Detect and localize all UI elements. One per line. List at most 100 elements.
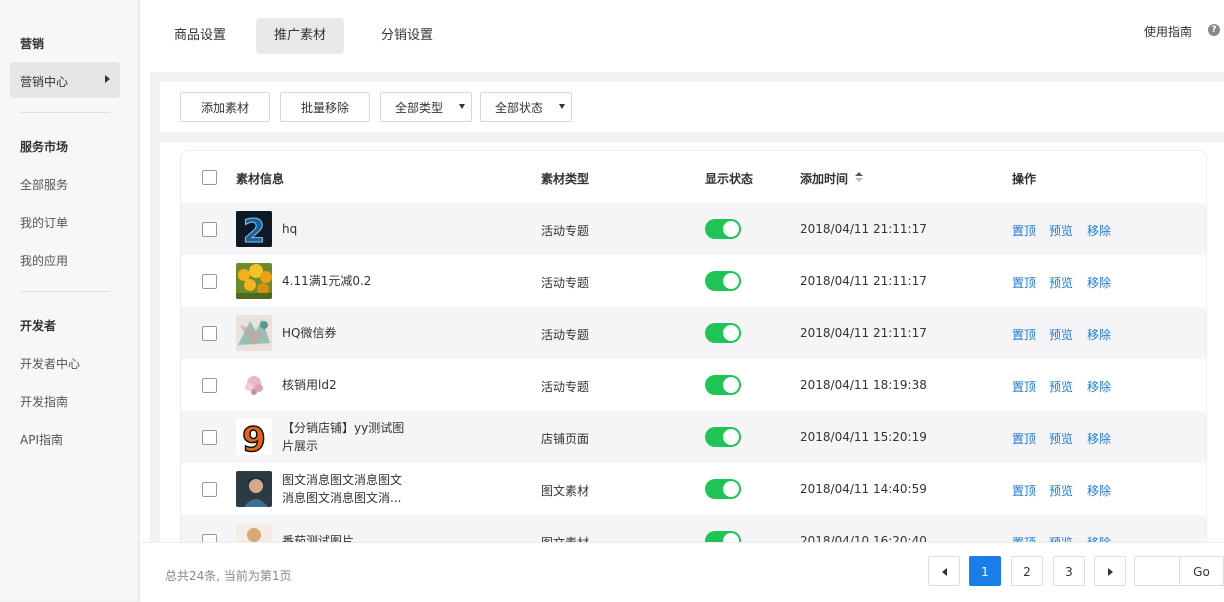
display-toggle[interactable] [705,219,741,239]
thumbnail-image [236,315,272,351]
display-toggle[interactable] [705,531,741,542]
goto-page-input[interactable] [1134,556,1180,586]
sidebar-group-marketing: 营销 [20,37,45,51]
added-time: 2018/04/11 14:40:59 [800,482,927,496]
remove-link[interactable]: 移除 [1087,222,1111,239]
preview-link[interactable]: 预览 [1049,430,1073,447]
remove-link[interactable]: 移除 [1087,482,1111,499]
added-time: 2018/04/11 18:19:38 [800,378,927,392]
preview-link[interactable]: 预览 [1049,326,1073,343]
material-type: 活动专题 [541,380,590,394]
display-toggle[interactable] [705,479,741,499]
row-checkbox[interactable] [202,222,217,237]
row-checkbox[interactable] [202,274,217,289]
material-name: 核销用ld2 [282,378,337,392]
chevron-down-icon [459,104,465,109]
table-card: 素材信息 素材类型 显示状态 添加时间 操作 2 hq 活动专题 2018/04… [160,142,1224,542]
pin-top-link[interactable]: 置顶 [1012,222,1036,239]
table-row: 2 hq 活动专题 2018/04/11 21:11:17 置顶 预览 移除 [181,203,1206,255]
sidebar-item-all-services[interactable]: 全部服务 [20,176,68,193]
remove-link[interactable]: 移除 [1087,274,1111,291]
page-3-button[interactable]: 3 [1053,556,1085,586]
top-tab-bar: 商品设置 推广素材 分销设置 使用指南 ? [140,0,1224,72]
display-toggle[interactable] [705,427,741,447]
sidebar-item-my-orders[interactable]: 我的订单 [20,214,68,231]
remove-link[interactable]: 移除 [1087,378,1111,395]
preview-link[interactable]: 预览 [1049,378,1073,395]
sidebar-group-service-market: 服务市场 [20,140,69,154]
row-checkbox[interactable] [202,534,217,542]
sidebar-item-label: 营销中心 [20,75,69,89]
added-time: 2018/04/10 16:20:40 [800,534,927,542]
remove-link[interactable]: 移除 [1087,326,1111,343]
material-type: 图文素材 [541,484,590,498]
pin-top-link[interactable]: 置顶 [1012,482,1036,499]
preview-link[interactable]: 预览 [1049,482,1073,499]
tab-promo-materials[interactable]: 推广素材 [256,18,345,54]
batch-remove-button[interactable]: 批量移除 [280,92,370,122]
pin-top-link[interactable]: 置顶 [1012,378,1036,395]
header-status: 显示状态 [705,172,754,186]
remove-link[interactable]: 移除 [1087,534,1111,542]
sidebar-item-api-guide[interactable]: API指南 [20,431,63,448]
material-name: hq [282,222,298,236]
material-name: 【分销店铺】yy测试图片展示 [282,421,405,453]
pin-top-link[interactable]: 置顶 [1012,534,1036,542]
tab-distribution-settings[interactable]: 分销设置 [363,18,451,54]
sidebar-divider [20,291,110,292]
sidebar-item-dev-guide[interactable]: 开发指南 [20,393,68,410]
type-select[interactable]: 全部类型 [380,92,472,122]
tab-product-settings[interactable]: 商品设置 [156,18,244,54]
thumbnail-image [236,367,272,403]
display-toggle[interactable] [705,271,741,291]
row-checkbox[interactable] [202,326,217,341]
header-time[interactable]: 添加时间 [800,170,848,187]
display-toggle[interactable] [705,323,741,343]
pin-top-link[interactable]: 置顶 [1012,430,1036,447]
sidebar-item-my-apps[interactable]: 我的应用 [20,252,68,269]
svg-text:2: 2 [243,212,265,247]
chevron-left-icon [941,568,947,576]
page-1-button[interactable]: 1 [969,556,1001,586]
added-time: 2018/04/11 15:20:19 [800,430,927,444]
thumbnail-image [236,523,272,542]
preview-link[interactable]: 预览 [1049,534,1073,542]
header-ops: 操作 [1012,172,1037,186]
svg-text:9: 9 [242,420,266,455]
usage-guide-link[interactable]: 使用指南 [1144,23,1192,40]
sidebar-item-developer-center[interactable]: 开发者中心 [20,355,80,372]
table-header: 素材信息 素材类型 显示状态 添加时间 操作 [181,151,1206,203]
thumbnail-image [236,263,272,299]
preview-link[interactable]: 预览 [1049,222,1073,239]
display-toggle[interactable] [705,375,741,395]
sidebar-item-marketing-center[interactable]: 营销中心 [10,62,120,98]
table-row: HQ微信券 活动专题 2018/04/11 21:11:17 置顶 预览 移除 [181,307,1206,359]
total-count-text: 总共24条, 当前为第1页 [165,569,292,583]
sort-icon[interactable] [855,172,863,182]
next-page-button[interactable] [1094,556,1126,586]
row-checkbox[interactable] [202,482,217,497]
help-icon[interactable]: ? [1208,24,1220,36]
status-select[interactable]: 全部状态 [480,92,572,122]
main-panel: 商品设置 推广素材 分销设置 使用指南 ? 添加素材 批量移除 全部类型 全部状… [140,0,1224,602]
type-select-value: 全部类型 [395,101,444,115]
added-time: 2018/04/11 21:11:17 [800,222,927,236]
go-button[interactable]: Go [1180,556,1224,586]
preview-link[interactable]: 预览 [1049,274,1073,291]
material-type: 店铺页面 [541,432,590,446]
page-2-button[interactable]: 2 [1011,556,1043,586]
remove-link[interactable]: 移除 [1087,430,1111,447]
prev-page-button[interactable] [928,556,960,586]
row-checkbox[interactable] [202,378,217,393]
pin-top-link[interactable]: 置顶 [1012,326,1036,343]
row-checkbox[interactable] [202,430,217,445]
material-type: 活动专题 [541,328,590,342]
add-material-button[interactable]: 添加素材 [180,92,270,122]
select-all-checkbox[interactable] [202,170,217,185]
sidebar-group-developer: 开发者 [20,319,57,333]
header-type: 素材类型 [541,172,590,186]
pin-top-link[interactable]: 置顶 [1012,274,1036,291]
added-time: 2018/04/11 21:11:17 [800,274,927,288]
material-type: 活动专题 [541,224,590,238]
status-select-value: 全部状态 [495,101,544,115]
